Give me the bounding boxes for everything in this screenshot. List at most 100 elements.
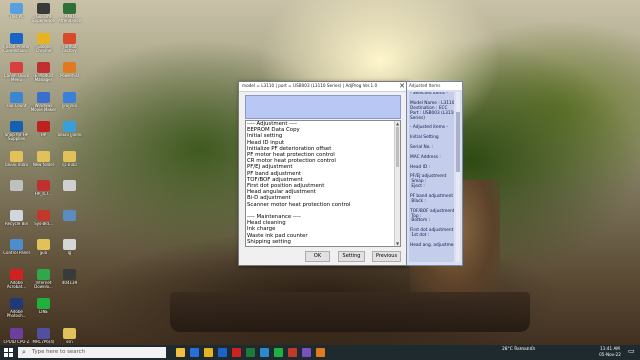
- desktop-icon[interactable]: HP_ICT...: [30, 180, 57, 196]
- list-item[interactable]: Shipping setting: [246, 239, 400, 245]
- desktop-icon[interactable]: Adobe Acrobat...: [3, 268, 30, 290]
- ok-button[interactable]: OK: [305, 251, 330, 262]
- close-icon[interactable]: ✕: [399, 82, 405, 91]
- app-icon: [63, 180, 76, 191]
- desktop-icon-label: IE Product Manager: [33, 74, 54, 83]
- desktop-icon-label: Fax Count: [6, 103, 27, 108]
- desktop-icon[interactable]: Sys-Bld...: [30, 209, 57, 226]
- desktop-icon[interactable]: Adobe Photosh...: [3, 298, 30, 319]
- desktop-icon-label: MRC7P6(4): [32, 339, 55, 344]
- desktop-icon[interactable]: ស្រង់: [30, 239, 57, 255]
- desktop-icon[interactable]: Internet Downlo...: [30, 268, 57, 290]
- adjprog-dialog: model = L3110 | port = USB003 (L3110 Ser…: [238, 81, 408, 266]
- dialog-title: model = L3110 | port = USB003 (L3110 Ser…: [242, 83, 377, 88]
- desktop-icon[interactable]: [3, 180, 30, 192]
- desktop-icon[interactable]: PowerISO: [56, 62, 83, 78]
- desktop-icon-label: PowerISO: [60, 74, 79, 78]
- taskbar-app-icon[interactable]: [176, 348, 185, 357]
- taskbar: ⌕ Type here to search 28°C មិនមានរាយ៉ា 1…: [0, 345, 640, 360]
- desktop-icon[interactable]: Format Factory: [56, 32, 83, 54]
- app-icon: [63, 209, 76, 221]
- setting-button[interactable]: Setting: [338, 251, 365, 262]
- taskbar-app-icon[interactable]: [260, 348, 269, 357]
- desktop-icon[interactable]: Fax Count: [3, 91, 30, 108]
- desktop-icon-label: ssn: [66, 339, 73, 344]
- app-icon: [63, 150, 76, 162]
- taskbar-search-box[interactable]: ⌕ Type here to search: [18, 347, 166, 358]
- taskbar-app-icon[interactable]: [302, 348, 311, 357]
- desktop-icon-label: ឯកសារ ព្រុមការ: [57, 133, 82, 137]
- app-icon: [63, 298, 76, 309]
- desktop-icon[interactable]: ចុះ-រាប់ដៃ: [56, 150, 83, 167]
- desktop-icon[interactable]: Shop for HP Supplies: [3, 121, 30, 142]
- app-icon: [37, 239, 50, 250]
- desktop-icon[interactable]: Windows Movie Maker: [30, 91, 57, 113]
- app-icon: [37, 298, 50, 309]
- panel-scroll-thumb[interactable]: [456, 112, 460, 172]
- desktop-icon[interactable]: ទ្រង់ទ្រាយ: [56, 91, 83, 108]
- taskbar-app-icon[interactable]: [274, 348, 283, 357]
- weather-status[interactable]: 28°C មិនមានរាយ៉ា: [502, 347, 535, 353]
- taskbar-app-icon[interactable]: [316, 348, 325, 357]
- desktop-icon[interactable]: Epson Printer Connection...: [3, 32, 30, 54]
- desktop-icon[interactable]: [56, 298, 83, 310]
- desktop-icon[interactable]: ឯកសារ ការងារ: [3, 150, 30, 167]
- desktop-icon-label: 404139: [61, 280, 78, 285]
- desktop-icon[interactable]: This PC: [3, 3, 30, 19]
- desktop-icon-label: Format Factory: [62, 44, 77, 53]
- desktop-icon[interactable]: [56, 209, 83, 222]
- taskbar-app-icon[interactable]: [218, 348, 227, 357]
- dialog-titlebar[interactable]: model = L3110 | port = USB003 (L3110 Ser…: [239, 82, 407, 92]
- desktop-icon[interactable]: GoFarm Experience: [30, 3, 57, 24]
- notification-icon[interactable]: ▭: [628, 347, 635, 355]
- taskbar-app-icon[interactable]: [232, 348, 241, 357]
- desktop-icon[interactable]: [56, 180, 83, 192]
- app-icon: [63, 32, 76, 44]
- desktop-icon[interactable]: ssn: [56, 327, 83, 344]
- app-icon: [10, 298, 23, 309]
- bonsai-pot: [170, 292, 530, 332]
- panel-scrollbar[interactable]: [456, 92, 460, 262]
- desktop-icon[interactable]: HP: [30, 121, 57, 137]
- desktop-icon[interactable]: LINE: [30, 298, 57, 314]
- clock[interactable]: 11:41 AM 05-Nov-22: [598, 346, 622, 357]
- app-icon: [63, 91, 76, 103]
- app-icon: [37, 327, 50, 339]
- desktop-icon[interactable]: ឯកសារ ព្រុមការ: [56, 121, 83, 137]
- desktop-icon[interactable]: ផ្ទៃ: [56, 239, 83, 255]
- desktop-icon-label: LINE: [39, 310, 48, 314]
- windows-start-icon[interactable]: [4, 348, 13, 357]
- desktop-icon[interactable]: CPUID CPU-Z: [3, 327, 30, 344]
- scroll-thumb[interactable]: [396, 127, 399, 167]
- desktop-icon[interactable]: AMD Attendance: [56, 3, 83, 24]
- app-icon: [37, 32, 50, 44]
- desktop-icon-label: Windows Movie Maker: [30, 103, 57, 112]
- scroll-down-icon[interactable]: ▼: [395, 241, 400, 246]
- desktop-icon[interactable]: Control Panel: [3, 239, 30, 255]
- search-placeholder: Type here to search: [32, 349, 85, 355]
- scroll-up-icon[interactable]: ▲: [395, 121, 400, 126]
- taskbar-app-icon[interactable]: [204, 348, 213, 357]
- app-icon: [37, 121, 50, 132]
- desktop-icon[interactable]: MRC7P6(4): [30, 327, 57, 344]
- desktop-icon-label: Control Panel: [3, 251, 30, 255]
- desktop-icon-label: New folder: [32, 162, 55, 167]
- desktop-icon[interactable]: Recycle Bin: [3, 209, 30, 226]
- desktop-icon[interactable]: 404139: [56, 268, 83, 285]
- taskbar-app-icon[interactable]: [190, 348, 199, 357]
- app-icon: [37, 150, 50, 162]
- desktop-icon[interactable]: Canon Quick Menu: [3, 62, 30, 83]
- desktop-icon[interactable]: Google Chrome: [30, 32, 57, 54]
- taskbar-app-icon[interactable]: [246, 348, 255, 357]
- previous-button[interactable]: Previous: [372, 251, 401, 262]
- desktop-icon[interactable]: IE Product Manager: [30, 62, 57, 83]
- desktop-icon-label: Adobe Photosh...: [6, 310, 27, 319]
- desktop-icon-label: ផ្ទៃ: [67, 251, 72, 255]
- adjustment-list[interactable]: ---- Adjustment ---- EEPROM Data Copy Init…: [245, 120, 401, 247]
- list-scrollbar[interactable]: ▲ ▼: [394, 121, 400, 246]
- desktop-icon-label: Epson Printer Connection...: [3, 44, 30, 53]
- desktop-icon[interactable]: New folder: [30, 150, 57, 167]
- desktop-icon-label: Shop for HP Supplies: [4, 133, 29, 142]
- clock-date: 05-Nov-22: [599, 351, 621, 357]
- taskbar-app-icon[interactable]: [288, 348, 297, 357]
